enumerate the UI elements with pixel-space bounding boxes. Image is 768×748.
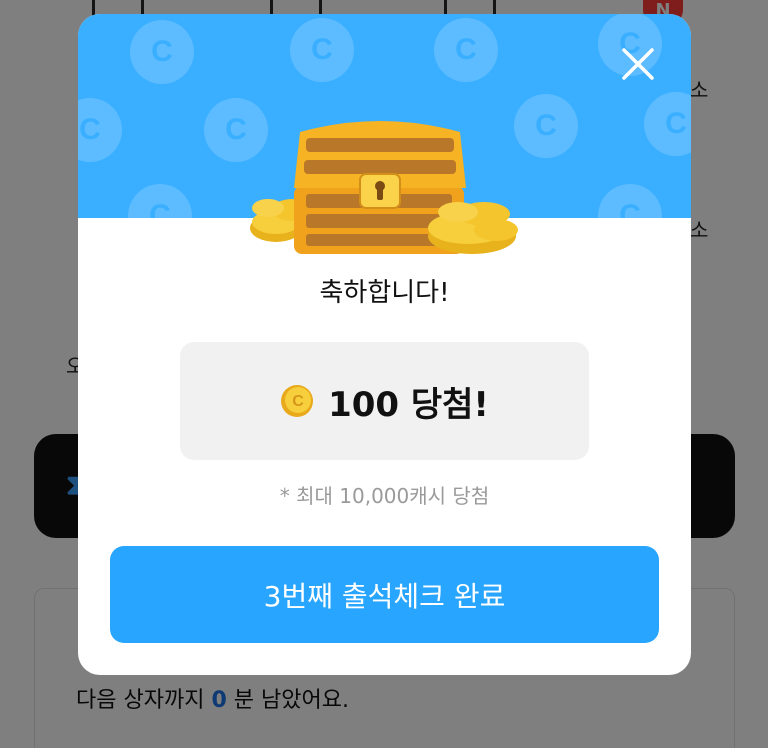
background-coin-pattern — [598, 184, 662, 218]
close-button[interactable] — [616, 42, 660, 86]
attendance-reward-modal: 축하합니다! C 100 당첨! * 최대 10,000캐시 당첨 3번째 출석… — [78, 14, 691, 675]
background-coin-pattern — [128, 184, 192, 218]
prize-amount: 100 당첨! — [328, 384, 489, 425]
background-coin-pattern — [130, 20, 194, 84]
treasure-chest-icon — [250, 121, 518, 254]
max-prize-note: * 최대 10,000캐시 당첨 — [279, 484, 490, 508]
background-coin-pattern — [434, 18, 498, 82]
close-icon — [622, 48, 654, 80]
coin-icon: C — [281, 385, 314, 417]
coin-pile-right — [428, 202, 518, 254]
congrats-title: 축하합니다! — [319, 278, 450, 308]
attendance-complete-button[interactable]: 3번째 출석체크 완료 — [110, 546, 659, 643]
background-coin-pattern — [78, 98, 122, 162]
prize-box: C 100 당첨! — [180, 342, 589, 460]
background-coin-pattern — [644, 92, 691, 156]
background-coin-pattern — [290, 18, 354, 82]
svg-text:C: C — [292, 393, 304, 410]
